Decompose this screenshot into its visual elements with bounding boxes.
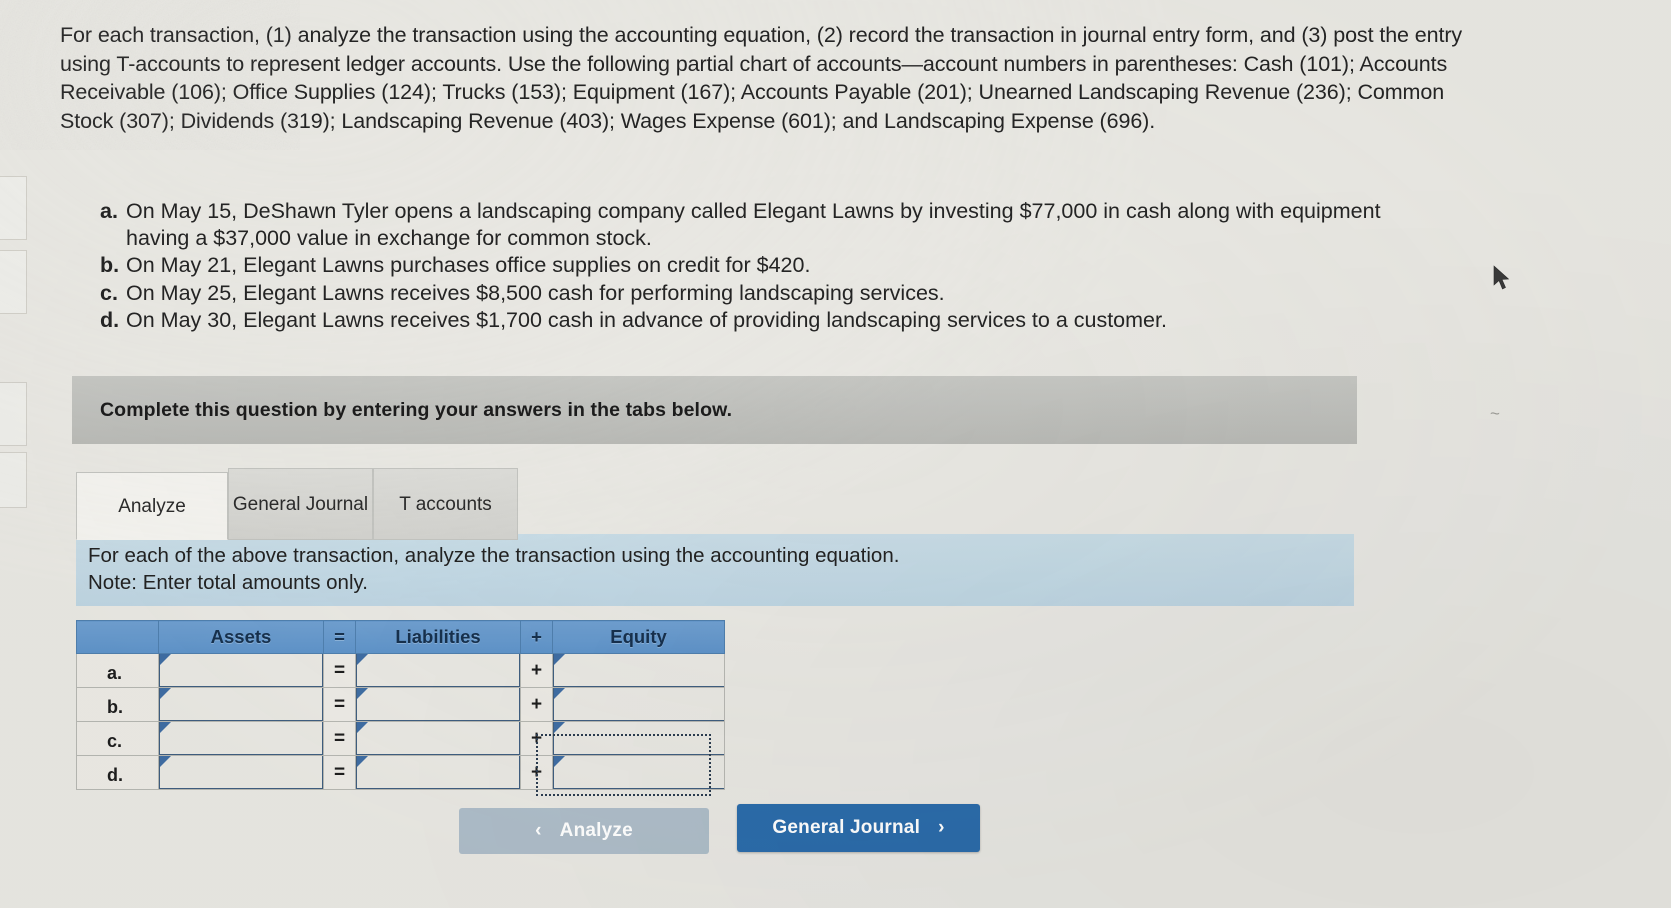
liabilities-input-c[interactable] bbox=[356, 722, 520, 755]
list-item-letter: a. bbox=[100, 199, 118, 223]
header-plus: + bbox=[520, 620, 553, 654]
instruction-line-1: For each of the above transaction, analy… bbox=[88, 544, 900, 567]
assets-input-c[interactable] bbox=[159, 722, 323, 755]
worksheet-page: For each transaction, (1) analyze the tr… bbox=[0, 0, 1671, 908]
complete-question-banner: Complete this question by entering your … bbox=[72, 376, 1357, 444]
liabilities-cell-b[interactable] bbox=[355, 687, 521, 722]
list-item-text: On May 25, Elegant Lawns receives $8,500… bbox=[126, 280, 945, 305]
transaction-list: a. On May 15, DeShawn Tyler opens a land… bbox=[100, 198, 1430, 335]
header-liabilities: Liabilities bbox=[355, 620, 521, 654]
list-item-letter: b. bbox=[100, 253, 120, 277]
list-item-letter: c. bbox=[100, 280, 118, 305]
header-blank bbox=[76, 620, 159, 654]
question-intro-paragraph: For each transaction, (1) analyze the tr… bbox=[60, 23, 1463, 133]
equity-cell-c[interactable] bbox=[552, 721, 725, 756]
plus-sign-d: + bbox=[520, 755, 553, 790]
list-item: b. On May 21, Elegant Lawns purchases of… bbox=[100, 252, 1430, 279]
page-edge-artifacts bbox=[0, 0, 34, 908]
next-general-journal-button-label: General Journal bbox=[772, 817, 921, 838]
header-assets: Assets bbox=[158, 620, 324, 654]
tab-t-accounts-label: T accounts bbox=[399, 493, 492, 515]
equity-input-a[interactable] bbox=[553, 654, 724, 687]
assets-cell-b[interactable] bbox=[158, 687, 324, 722]
instruction-line-2: Note: Enter total amounts only. bbox=[88, 571, 368, 594]
accounting-equation-table: Assets = Liabilities + Equity a. = + b. … bbox=[76, 620, 725, 790]
table-row: c. = + bbox=[76, 721, 725, 756]
row-label-c: c. bbox=[76, 721, 159, 756]
list-item-text: On May 15, DeShawn Tyler opens a landsca… bbox=[126, 199, 1381, 250]
assets-input-b[interactable] bbox=[159, 688, 323, 721]
row-label-a: a. bbox=[76, 653, 159, 688]
tab-strip: Analyze General Journal T accounts bbox=[76, 468, 518, 540]
table-body: a. = + b. = + c. = + d. = + bbox=[76, 653, 725, 790]
assets-cell-c[interactable] bbox=[158, 721, 324, 756]
plus-sign-a: + bbox=[520, 653, 553, 688]
page-smudge-mark: ~ bbox=[1490, 404, 1500, 423]
list-item-text: On May 30, Elegant Lawns receives $1,700… bbox=[126, 308, 1167, 332]
prev-analyze-button[interactable]: ‹ Analyze bbox=[459, 808, 709, 854]
assets-cell-d[interactable] bbox=[158, 755, 324, 790]
equity-input-c[interactable] bbox=[553, 722, 724, 755]
list-item: c. On May 25, Elegant Lawns receives $8,… bbox=[100, 280, 1430, 307]
liabilities-input-a[interactable] bbox=[356, 654, 520, 687]
tab-general-journal-label: General Journal bbox=[232, 493, 369, 515]
list-item-letter: d. bbox=[100, 308, 120, 332]
liabilities-cell-c[interactable] bbox=[355, 721, 521, 756]
list-item: a. On May 15, DeShawn Tyler opens a land… bbox=[100, 198, 1430, 251]
equals-sign-b: = bbox=[323, 687, 356, 722]
equity-cell-b[interactable] bbox=[552, 687, 725, 722]
chevron-right-icon: › bbox=[938, 817, 945, 838]
list-item-text: On May 21, Elegant Lawns purchases offic… bbox=[126, 253, 811, 277]
table-header-row: Assets = Liabilities + Equity bbox=[76, 620, 725, 654]
row-label-d: d. bbox=[76, 755, 159, 790]
table-row: a. = + bbox=[76, 653, 725, 688]
equals-sign-a: = bbox=[323, 653, 356, 688]
tab-analyze-label: Analyze bbox=[118, 495, 186, 517]
plus-sign-b: + bbox=[520, 687, 553, 722]
equity-input-d[interactable] bbox=[553, 756, 724, 789]
equity-cell-d[interactable] bbox=[552, 755, 725, 790]
list-item: d. On May 30, Elegant Lawns receives $1,… bbox=[100, 307, 1430, 334]
assets-input-a[interactable] bbox=[159, 654, 323, 687]
table-row: b. = + bbox=[76, 687, 725, 722]
next-general-journal-button[interactable]: General Journal › bbox=[737, 804, 980, 852]
table-row: d. = + bbox=[76, 755, 725, 790]
prev-analyze-button-label: Analyze bbox=[559, 820, 633, 841]
header-equity: Equity bbox=[552, 620, 725, 654]
liabilities-input-d[interactable] bbox=[356, 756, 520, 789]
plus-sign-c: + bbox=[520, 721, 553, 756]
tab-analyze[interactable]: Analyze bbox=[76, 472, 228, 540]
tab-t-accounts[interactable]: T accounts bbox=[373, 468, 518, 540]
assets-input-d[interactable] bbox=[159, 756, 323, 789]
complete-question-banner-text: Complete this question by entering your … bbox=[100, 398, 733, 421]
instruction-panel: For each of the above transaction, analy… bbox=[76, 534, 1354, 606]
equity-input-b[interactable] bbox=[553, 688, 724, 721]
chevron-left-icon: ‹ bbox=[535, 820, 542, 841]
row-label-b: b. bbox=[76, 687, 159, 722]
header-equals: = bbox=[323, 620, 356, 654]
equals-sign-d: = bbox=[323, 755, 356, 790]
equity-cell-a[interactable] bbox=[552, 653, 725, 688]
mouse-cursor-icon bbox=[1493, 265, 1510, 290]
assets-cell-a[interactable] bbox=[158, 653, 324, 688]
liabilities-cell-a[interactable] bbox=[355, 653, 521, 688]
tab-general-journal[interactable]: General Journal bbox=[228, 468, 373, 540]
liabilities-input-b[interactable] bbox=[356, 688, 520, 721]
equals-sign-c: = bbox=[323, 721, 356, 756]
liabilities-cell-d[interactable] bbox=[355, 755, 521, 790]
